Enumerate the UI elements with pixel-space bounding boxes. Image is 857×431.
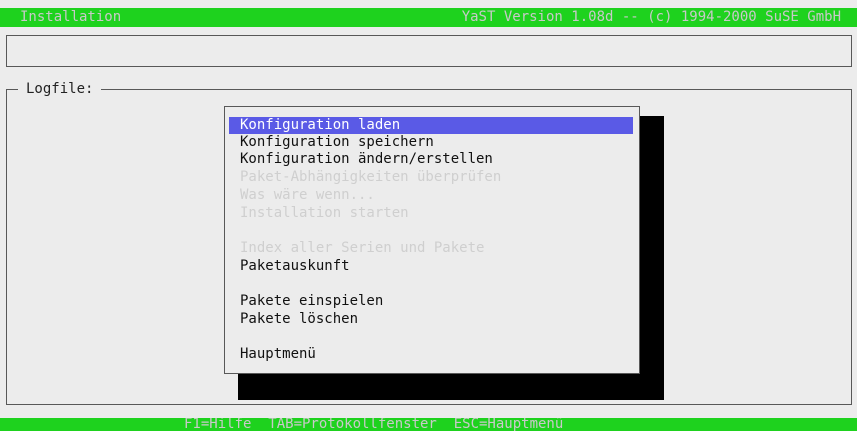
menu-item-konfiguration-speichern[interactable]: Konfiguration speichern [229, 134, 633, 151]
menu-item-was-waere-wenn: Was wäre wenn... [240, 187, 375, 203]
input-field[interactable] [6, 35, 852, 67]
title-bar: Installation YaST Version 1.08d -- (c) 1… [0, 8, 857, 27]
menu-item-konfiguration-aendern[interactable]: Konfiguration ändern/erstellen [229, 151, 633, 168]
menu-item-hauptmenue[interactable]: Hauptmenü [229, 346, 633, 363]
logfile-label: Logfile: [18, 81, 102, 97]
menu-shadow-right [638, 116, 664, 389]
key-hints: F1=Hilfe TAB=Protokollfenster ESC=Hauptm… [184, 418, 564, 431]
menu-item-paketauskunft[interactable]: Paketauskunft [229, 258, 633, 275]
menu-item-index-serien-pakete: Index aller Serien und Pakete [240, 240, 485, 256]
menu-item-pakete-loeschen[interactable]: Pakete löschen [229, 311, 633, 328]
version-info: YaST Version 1.08d -- (c) 1994-2000 SuSE… [461, 9, 841, 25]
menu-item-installation-starten: Installation starten [240, 205, 409, 221]
status-bar: F1=Hilfe TAB=Protokollfenster ESC=Hauptm… [0, 418, 857, 431]
installation-menu: Konfiguration laden Konfiguration speich… [224, 106, 640, 374]
window-title: Installation [20, 9, 122, 25]
menu-item-pakete-einspielen[interactable]: Pakete einspielen [229, 293, 633, 310]
yast-screen: Installation YaST Version 1.08d -- (c) 1… [0, 0, 857, 431]
menu-shadow-bottom [238, 374, 664, 400]
menu-item-paket-abhaengigkeiten: Paket-Abhängigkeiten überprüfen [240, 169, 502, 185]
menu-item-konfiguration-laden[interactable]: Konfiguration laden [229, 117, 633, 134]
